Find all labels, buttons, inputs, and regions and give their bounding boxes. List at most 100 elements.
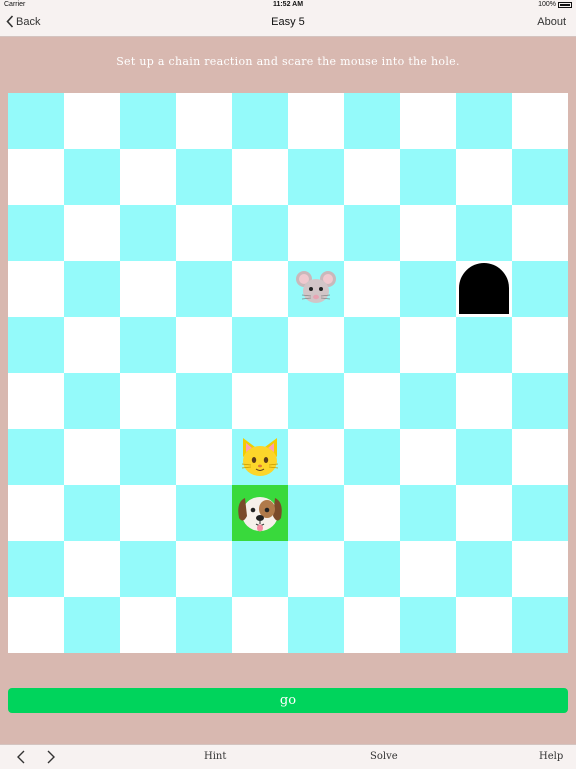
board-cell[interactable] (400, 429, 456, 485)
board-cell[interactable] (400, 261, 456, 317)
board-cell[interactable] (456, 317, 512, 373)
board-cell[interactable] (120, 541, 176, 597)
board-cell[interactable] (120, 149, 176, 205)
board-cell[interactable] (288, 373, 344, 429)
board-cell[interactable] (64, 261, 120, 317)
board-cell[interactable] (400, 597, 456, 653)
board-cell[interactable] (64, 93, 120, 149)
mouse-icon[interactable] (294, 267, 338, 311)
board-cell[interactable] (456, 485, 512, 541)
board-cell[interactable] (232, 429, 288, 485)
board-cell[interactable] (8, 485, 64, 541)
board-cell[interactable] (176, 317, 232, 373)
cat-icon[interactable] (238, 435, 282, 479)
about-button[interactable]: About (537, 16, 566, 28)
board-cell[interactable] (176, 429, 232, 485)
board-cell[interactable] (8, 373, 64, 429)
board-cell[interactable] (120, 317, 176, 373)
board-cell[interactable] (512, 93, 568, 149)
board-cell[interactable] (232, 317, 288, 373)
board-cell[interactable] (8, 261, 64, 317)
board-cell[interactable] (176, 93, 232, 149)
board-cell[interactable] (232, 93, 288, 149)
board-cell[interactable] (8, 149, 64, 205)
board-cell[interactable] (232, 205, 288, 261)
board-cell[interactable] (400, 205, 456, 261)
board-cell[interactable] (64, 541, 120, 597)
board-cell[interactable] (120, 485, 176, 541)
previous-level-icon[interactable] (16, 749, 26, 765)
board-cell[interactable] (512, 149, 568, 205)
board-cell[interactable] (64, 429, 120, 485)
board-cell[interactable] (64, 317, 120, 373)
board-cell[interactable] (512, 205, 568, 261)
board-cell[interactable] (120, 373, 176, 429)
game-board[interactable] (8, 93, 568, 653)
board-cell[interactable] (120, 597, 176, 653)
board-cell[interactable] (232, 485, 288, 541)
board-cell[interactable] (8, 205, 64, 261)
board-cell[interactable] (176, 205, 232, 261)
board-cell[interactable] (456, 93, 512, 149)
board-cell[interactable] (288, 541, 344, 597)
go-button[interactable]: go (8, 688, 568, 713)
board-cell[interactable] (120, 429, 176, 485)
board-cell[interactable] (8, 541, 64, 597)
board-cell[interactable] (8, 597, 64, 653)
board-cell[interactable] (8, 93, 64, 149)
solve-button[interactable]: Solve (370, 751, 398, 762)
board-cell[interactable] (456, 149, 512, 205)
board-cell[interactable] (8, 429, 64, 485)
board-cell[interactable] (64, 149, 120, 205)
board-cell[interactable] (456, 373, 512, 429)
board-cell[interactable] (512, 541, 568, 597)
hint-button[interactable]: Hint (204, 751, 226, 762)
board-cell[interactable] (400, 149, 456, 205)
board-cell[interactable] (400, 541, 456, 597)
board-cell[interactable] (120, 205, 176, 261)
board-cell[interactable] (288, 93, 344, 149)
board-cell[interactable] (288, 317, 344, 373)
board-cell[interactable] (456, 541, 512, 597)
board-cell[interactable] (232, 541, 288, 597)
board-cell[interactable] (400, 93, 456, 149)
board-cell[interactable] (64, 373, 120, 429)
board-cell[interactable] (288, 597, 344, 653)
board-cell[interactable] (512, 373, 568, 429)
board-cell[interactable] (456, 429, 512, 485)
board-cell[interactable] (344, 261, 400, 317)
board-cell[interactable] (344, 317, 400, 373)
mouse-hole-icon[interactable] (457, 262, 511, 316)
board-cell[interactable] (400, 373, 456, 429)
next-level-icon[interactable] (46, 749, 56, 765)
board-cell[interactable] (344, 373, 400, 429)
board-cell[interactable] (344, 541, 400, 597)
board-cell[interactable] (176, 261, 232, 317)
help-button[interactable]: Help (539, 751, 563, 762)
board-cell[interactable] (232, 261, 288, 317)
board-cell[interactable] (120, 261, 176, 317)
board-cell[interactable] (456, 597, 512, 653)
board-cell[interactable] (400, 317, 456, 373)
board-cell[interactable] (232, 373, 288, 429)
dog-icon[interactable] (235, 488, 285, 538)
board-cell[interactable] (176, 373, 232, 429)
board-cell[interactable] (288, 485, 344, 541)
board-cell[interactable] (344, 485, 400, 541)
board-cell[interactable] (288, 149, 344, 205)
board-cell[interactable] (8, 317, 64, 373)
board-cell[interactable] (288, 429, 344, 485)
board-cell[interactable] (176, 597, 232, 653)
board-cell[interactable] (400, 485, 456, 541)
board-cell[interactable] (176, 149, 232, 205)
board-cell[interactable] (512, 485, 568, 541)
board-cell[interactable] (512, 317, 568, 373)
board-cell[interactable] (232, 597, 288, 653)
board-cell[interactable] (176, 485, 232, 541)
board-cell[interactable] (120, 93, 176, 149)
board-cell[interactable] (288, 205, 344, 261)
board-cell[interactable] (456, 205, 512, 261)
board-cell[interactable] (344, 93, 400, 149)
board-cell[interactable] (288, 261, 344, 317)
board-cell[interactable] (344, 597, 400, 653)
